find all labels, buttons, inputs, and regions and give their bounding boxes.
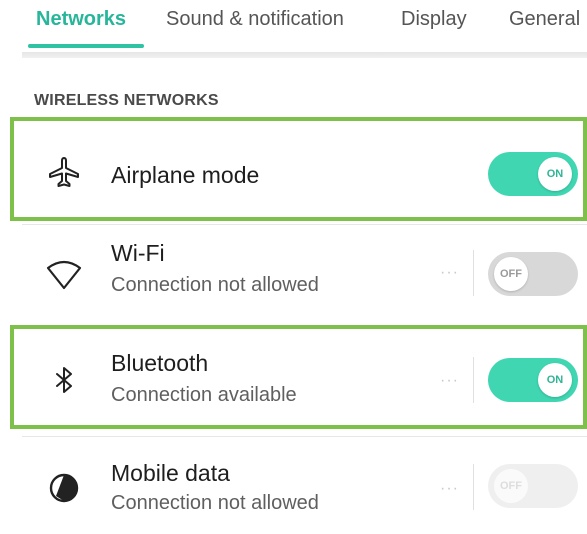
bluetooth-subtitle: Connection available xyxy=(111,384,297,406)
wireless-networks-panel: WIRELESS NETWORKS Airplane mode ON Wi-Fi… xyxy=(22,58,587,534)
divider xyxy=(22,326,587,327)
bluetooth-row[interactable]: Bluetooth Connection available ··· ON xyxy=(22,332,587,432)
airplane-mode-title: Airplane mode xyxy=(111,162,260,188)
wifi-row[interactable]: Wi-Fi Connection not allowed ··· OFF xyxy=(22,226,587,326)
toggle-knob: OFF xyxy=(494,257,528,291)
mobile-data-subtitle: Connection not allowed xyxy=(111,492,319,514)
toggle-knob: ON xyxy=(538,157,572,191)
wifi-more-button[interactable]: ··· xyxy=(440,264,459,282)
wifi-title: Wi-Fi xyxy=(111,240,165,266)
toggle-knob: ON xyxy=(538,363,572,397)
tab-sound-notification[interactable]: Sound & notification xyxy=(166,8,344,31)
vertical-separator xyxy=(473,464,474,510)
tab-networks[interactable]: Networks xyxy=(36,8,126,31)
mobile-data-toggle[interactable]: OFF xyxy=(488,464,578,508)
wifi-subtitle: Connection not allowed xyxy=(111,274,319,296)
section-header: WIRELESS NETWORKS xyxy=(34,92,219,109)
bluetooth-more-button[interactable]: ··· xyxy=(440,372,459,390)
bluetooth-title: Bluetooth xyxy=(111,350,209,376)
divider xyxy=(22,224,587,225)
wifi-icon xyxy=(44,254,84,294)
tab-general[interactable]: General xyxy=(509,8,580,31)
vertical-separator xyxy=(473,250,474,296)
tab-bar: Networks Sound & notification Display Ge… xyxy=(0,0,587,54)
airplane-mode-toggle[interactable]: ON xyxy=(488,152,578,196)
mobile-data-row[interactable]: Mobile data Connection not allowed ··· O… xyxy=(22,436,587,534)
toggle-knob: OFF xyxy=(494,469,528,503)
vertical-separator xyxy=(473,357,474,403)
bluetooth-icon xyxy=(44,360,84,400)
airplane-icon xyxy=(44,152,84,192)
mobile-data-icon xyxy=(44,468,84,508)
airplane-mode-row[interactable]: Airplane mode ON xyxy=(22,126,587,222)
bluetooth-toggle[interactable]: ON xyxy=(488,358,578,402)
wifi-toggle[interactable]: OFF xyxy=(488,252,578,296)
mobile-data-title: Mobile data xyxy=(111,460,230,486)
tab-display[interactable]: Display xyxy=(401,8,467,31)
active-tab-indicator xyxy=(28,44,144,48)
mobile-data-more-button[interactable]: ··· xyxy=(440,480,459,498)
